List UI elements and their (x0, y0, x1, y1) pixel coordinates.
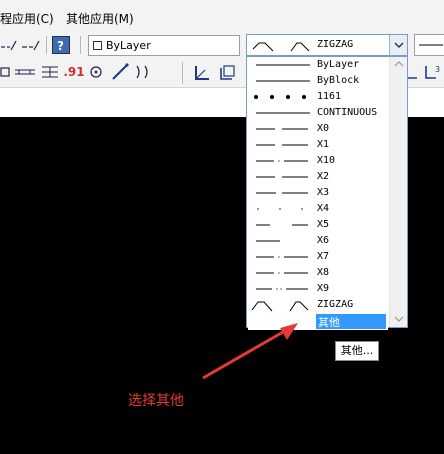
linetype-combo-value: ZIGZAG (317, 39, 354, 50)
table-icon[interactable] (40, 64, 60, 80)
dropdown-item-label: 其他 (316, 314, 386, 329)
dropdown-item[interactable]: CONTINUOUS (248, 106, 388, 122)
linetype-preview-icon (256, 80, 310, 82)
dropdown-item[interactable]: X6 (248, 234, 388, 250)
annotation-text: 选择其他 (128, 393, 184, 409)
axis-frame-icon[interactable] (217, 63, 237, 83)
color-swatch-icon (93, 40, 102, 50)
dropdown-item[interactable]: ZIGZAG (248, 298, 388, 314)
dropdown-item-label: X8 (317, 267, 330, 278)
dropdown-item-label: X2 (317, 171, 330, 182)
precision-label: .91 (63, 65, 85, 79)
menu-item-engineering-apps[interactable]: 程应用(C) (0, 10, 54, 27)
dropdown-item-label: X3 (317, 187, 330, 198)
scroll-down-icon[interactable] (393, 315, 405, 323)
dropdown-item-label: ZIGZAG (317, 299, 354, 310)
linetype-preview-icon (256, 272, 308, 274)
dropdown-item-label: X7 (317, 251, 330, 262)
dropdown-item-label: X9 (317, 283, 330, 294)
dropdown-item[interactable]: X5 (248, 218, 388, 234)
linetype-preview-icon (250, 314, 314, 329)
linetype-preview-icon (256, 160, 308, 162)
dropdown-item-selected[interactable]: 其他 (248, 314, 388, 330)
dropdown-item-label: 1161 (317, 91, 342, 102)
dropdown-item[interactable]: X3 (248, 186, 388, 202)
dropdown-item-label: X4 (317, 203, 330, 214)
layer-color-value: ByLayer (106, 39, 151, 52)
menu-item-other-apps[interactable]: 其他应用(M) (66, 10, 134, 27)
linetype-preview-icon (256, 240, 280, 242)
dropdown-item-label: X6 (317, 235, 330, 246)
linetype-preview-icon (256, 144, 308, 146)
dropdown-scrollbar[interactable] (389, 57, 407, 327)
toolbar-separator (46, 36, 47, 54)
toolbar-separator (80, 36, 81, 54)
linetype-preview-icon (256, 256, 308, 258)
dropdown-item[interactable]: X1 (248, 138, 388, 154)
dropdown-item[interactable]: X2 (248, 170, 388, 186)
axis-icon[interactable] (192, 63, 212, 83)
zigzag-preview-icon (252, 42, 310, 52)
dropdown-item[interactable]: X7 (248, 250, 388, 266)
diagonal-line-icon[interactable] (110, 63, 130, 81)
linetype-preview-icon (256, 128, 308, 130)
dropdown-item-label: ByLayer (317, 59, 360, 70)
linetype-preview-icon (256, 224, 308, 226)
linetype-preview-icon (256, 176, 308, 178)
dashed-line-icon[interactable] (0, 37, 18, 53)
dropdown-item-label: X5 (317, 219, 330, 230)
dropdown-item[interactable]: X10 (248, 154, 388, 170)
scroll-up-icon[interactable] (393, 60, 405, 68)
svg-text:3: 3 (435, 65, 440, 74)
precision-icon[interactable]: .91 (63, 63, 85, 81)
double-line-icon[interactable] (14, 66, 36, 78)
linetype-preview-icon (256, 288, 308, 290)
dropdown-item-label: X10 (317, 155, 336, 166)
linetype-dropdown-list[interactable]: ByLayer ByBlock 1161 CONTINUOUS X0 X1 X10 X2 X3 X… (246, 56, 408, 330)
linetype-scale-icon[interactable] (21, 37, 43, 53)
tooltip: 其他... (335, 341, 379, 361)
dropdown-item[interactable]: X9 (248, 282, 388, 298)
linetype-combo[interactable]: ZIGZAG (246, 34, 408, 56)
linetype-preview-icon (256, 64, 310, 66)
layer-color-combo[interactable]: ByLayer (88, 35, 240, 56)
rectangle-icon[interactable] (0, 66, 10, 78)
wave-line-icon[interactable] (133, 63, 153, 81)
dropdown-item-label: ByBlock (317, 75, 360, 86)
dropdown-item-label: CONTINUOUS (317, 107, 378, 118)
dropdown-item[interactable]: ByBlock (248, 74, 388, 90)
dropdown-item[interactable]: 1161 (248, 90, 388, 106)
linetype-preview-icon (254, 95, 306, 99)
axis-3-icon[interactable]: 3 (424, 63, 442, 81)
chevron-down-icon[interactable] (389, 35, 407, 55)
linetype-preview-icon (256, 112, 310, 114)
dropdown-item-label: X0 (317, 123, 330, 134)
dropdown-item-label: X1 (317, 139, 330, 150)
dropdown-item[interactable]: X0 (248, 122, 388, 138)
point-circle-icon[interactable] (87, 64, 105, 80)
linetype-preview-icon (251, 301, 309, 312)
dropdown-item[interactable]: ByLayer (248, 58, 388, 74)
dropdown-item[interactable]: X4 (248, 202, 388, 218)
dropdown-item[interactable]: X8 (248, 266, 388, 282)
svg-text:?: ? (57, 39, 64, 52)
linetype-preview-icon (257, 208, 303, 210)
menu-bar: 程应用(C) 其他应用(M) (0, 0, 444, 34)
lineweight-combo[interactable] (414, 34, 444, 56)
linetype-preview-icon (256, 192, 308, 194)
toolbar-separator (182, 62, 183, 84)
help-icon[interactable]: ? (52, 36, 70, 54)
